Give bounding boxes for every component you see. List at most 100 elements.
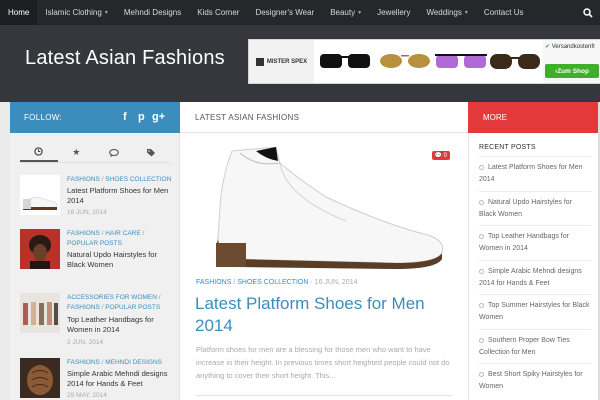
nav-item-islamic-clothing[interactable]: Islamic Clothing ▾	[37, 0, 115, 25]
recent-post-link[interactable]: Simple Arabic Mehndi designs 2014 for Ha…	[479, 266, 591, 290]
category-link[interactable]: POPULAR POSTS	[105, 304, 160, 311]
category-link[interactable]: HAIR CARE	[105, 230, 140, 237]
search-icon[interactable]	[576, 0, 600, 25]
nav-item-beauty[interactable]: Beauty ▾	[322, 0, 369, 25]
post-thumbnail[interactable]	[20, 293, 60, 333]
post-date: 16 JUN, 2014	[67, 209, 107, 216]
featured-image[interactable]: 💬 0	[196, 147, 452, 269]
post-title[interactable]: Top Leather Handbags for Women in 2014	[67, 315, 175, 335]
nav-item-home[interactable]: Home	[0, 0, 38, 25]
section-heading-bar: LATEST ASIAN FASHIONS	[180, 102, 468, 133]
category-link[interactable]: ACCESSORIES FOR WOMEN	[67, 294, 157, 301]
clock-icon[interactable]	[20, 143, 58, 162]
recent-post-link[interactable]: Top Summer Hairstyles for Black Women	[479, 300, 591, 324]
post-categories: FASHIONS / SHOES COLLECTION	[67, 176, 172, 183]
ad-cta-panel: ✔ Versandkostenfr › Zum Shop	[543, 40, 600, 83]
site-title[interactable]: Latest Asian Fashions	[25, 47, 225, 70]
category-link[interactable]: SHOES COLLECTION	[237, 279, 308, 286]
post-title[interactable]: Natural Updo Hairstyles for Black Women	[67, 250, 175, 270]
site-header: Latest Asian Fashions MISTER SPEX ✔ Vers…	[0, 25, 600, 102]
nav-item-contact-us[interactable]: Contact Us	[476, 0, 532, 25]
follow-label: FOLLOW:	[24, 113, 62, 122]
nav-item-kids-corner[interactable]: Kids Corner	[189, 0, 247, 25]
more-bar: MORE	[468, 102, 598, 133]
chevron-down-icon: ▾	[464, 10, 468, 16]
recent-post-item[interactable]: Southern Proper Bow Ties Collection for …	[479, 328, 591, 364]
facebook-icon[interactable]: f	[123, 111, 127, 123]
comments-icon[interactable]	[95, 143, 133, 162]
recent-posts-heading: RECENT POSTS	[479, 144, 536, 151]
category-link[interactable]: FASHIONS	[67, 230, 100, 237]
bullet-icon	[479, 303, 484, 308]
follow-bar: FOLLOW: f p g+	[10, 102, 180, 133]
recent-post-item[interactable]: Simple Arabic Mehndi designs 2014 for Ha…	[479, 259, 591, 295]
banner-ad[interactable]: MISTER SPEX ✔ Versandkostenfr › Zum Shop	[248, 39, 600, 84]
category-link[interactable]: FASHIONS	[67, 304, 100, 311]
nav-item-weddings[interactable]: Weddings ▾	[418, 0, 475, 25]
category-link[interactable]: MEHNDI DESIGNS	[105, 359, 162, 366]
shoe-image	[196, 147, 452, 269]
nav-label: Jewellery	[377, 8, 411, 17]
bullet-icon	[479, 234, 484, 239]
post-date: 29 MAY, 2014	[67, 392, 107, 399]
recent-post-item[interactable]: Natural Updo Hairstyles for Black Women	[479, 190, 591, 226]
recent-post-link[interactable]: Southern Proper Bow Ties Collection for …	[479, 335, 591, 359]
nav-item-mehndi-designs[interactable]: Mehndi Designs	[116, 0, 189, 25]
sunglasses-image	[320, 54, 370, 68]
ad-brand-logo: MISTER SPEX	[249, 40, 314, 83]
more-label: MORE	[483, 113, 507, 122]
bullet-icon	[479, 268, 484, 274]
featured-post-excerpt: Platform shoes for men are a blessing fo…	[196, 345, 450, 380]
sidebar-tabs: ★	[20, 143, 170, 163]
nav-label: Home	[8, 8, 30, 17]
recent-post-link[interactable]: Top Leather Handbags for Women in 2014	[479, 231, 591, 255]
recent-post-item[interactable]: Top Summer Hairstyles for Black Women	[479, 294, 591, 329]
nav-label: Weddings	[426, 8, 462, 17]
comment-count: 0	[443, 153, 447, 159]
ad-shop-button[interactable]: › Zum Shop	[545, 64, 599, 78]
nav-label: Kids Corner	[197, 8, 240, 17]
category-link[interactable]: FASHIONS	[196, 279, 231, 286]
sunglasses-image	[380, 54, 430, 68]
post-title[interactable]: Simple Arabic Mehndi designs 2014 for Ha…	[67, 369, 175, 389]
nav-label: Designer's Wear	[255, 8, 315, 17]
bullet-icon	[479, 337, 484, 343]
ad-brand-name: MISTER SPEX	[266, 58, 308, 65]
bullet-icon	[479, 165, 484, 170]
category-link[interactable]: FASHIONS	[67, 176, 100, 183]
category-link[interactable]: SHOES COLLECTION	[105, 176, 171, 183]
recent-posts-list: Latest Platform Shoes for Men 2014 Natur…	[479, 156, 591, 398]
post-thumbnail[interactable]	[20, 175, 60, 215]
category-link[interactable]: POPULAR POSTS	[67, 240, 122, 247]
tags-icon[interactable]	[133, 143, 171, 162]
post-thumbnail[interactable]	[20, 358, 60, 398]
main-content: 💬 0 FASHIONS / SHOES COLLECTION · 16 JUN…	[180, 133, 468, 400]
recent-post-link[interactable]: Best Short Spiky Hairstyles for Women	[479, 369, 591, 393]
recent-post-item[interactable]: Latest Platform Shoes for Men 2014	[479, 156, 591, 191]
star-icon[interactable]: ★	[58, 143, 96, 162]
recent-post-item[interactable]: Best Short Spiky Hairstyles for Women	[479, 363, 591, 398]
recent-post-link[interactable]: Natural Updo Hairstyles for Black Women	[479, 197, 591, 221]
featured-post-title[interactable]: Latest Platform Shoes for Men 2014	[195, 293, 455, 337]
post-title[interactable]: Latest Platform Shoes for Men 2014	[67, 186, 175, 206]
ad-shop-label: Zum Shop	[557, 67, 589, 75]
post-categories: FASHIONS / HAIR CARE / POPULAR POSTS	[67, 230, 145, 247]
post-thumbnail[interactable]	[20, 229, 60, 269]
nav-item-designers-wear[interactable]: Designer's Wear	[247, 0, 322, 25]
divider	[196, 395, 452, 396]
top-navigation: Home Islamic Clothing ▾ Mehndi Designs Ki…	[0, 0, 600, 25]
comment-count-badge[interactable]: 💬 0	[431, 151, 450, 160]
nav-item-jewellery[interactable]: Jewellery	[369, 0, 418, 25]
recent-post-link[interactable]: Latest Platform Shoes for Men 2014	[479, 162, 591, 186]
chevron-down-icon: ▾	[104, 10, 108, 16]
right-sidebar: RECENT POSTS Latest Platform Shoes for M…	[468, 133, 598, 400]
sunglasses-image	[435, 54, 487, 68]
pinterest-icon[interactable]: p	[138, 111, 145, 123]
nav-label: Mehndi Designs	[123, 8, 182, 17]
recent-post-item[interactable]: Top Leather Handbags for Women in 2014	[479, 225, 591, 260]
section-title: LATEST ASIAN FASHIONS	[195, 112, 300, 122]
google-plus-icon[interactable]: g+	[152, 111, 165, 123]
category-link[interactable]: FASHIONS	[67, 359, 100, 366]
post-categories: ACCESSORIES FOR WOMEN / FASHIONS / POPUL…	[67, 294, 161, 311]
chevron-down-icon: ▾	[358, 10, 362, 16]
